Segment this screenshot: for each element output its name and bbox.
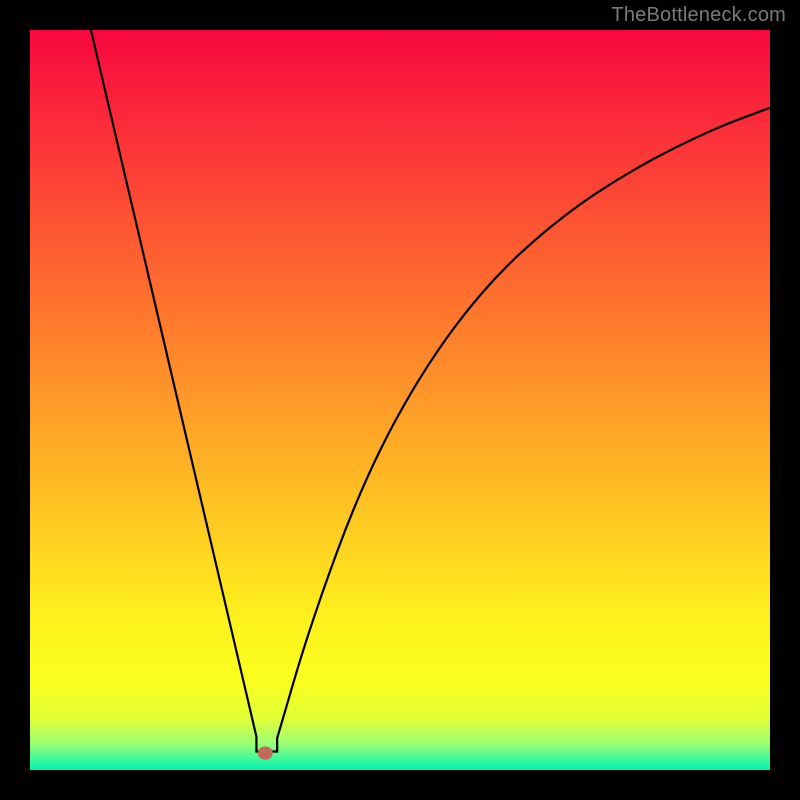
chart-svg [0,0,800,800]
chart-root: TheBottleneck.com [0,0,800,800]
plot-area [30,23,770,770]
optimum-marker [258,746,273,759]
plot-background [30,30,770,770]
